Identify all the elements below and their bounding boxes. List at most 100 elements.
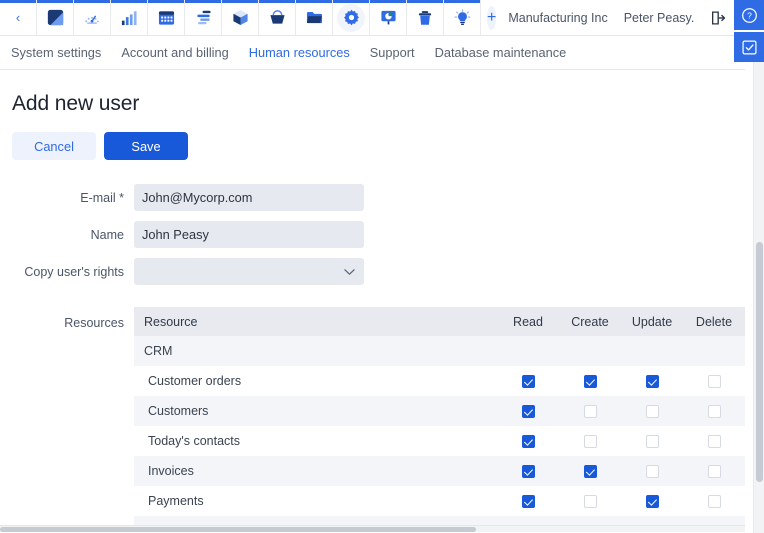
vertical-scrollbar-thumb[interactable]	[756, 242, 763, 482]
table-header-row: Resource Read Create Update Delete	[134, 307, 745, 336]
checkbox-update[interactable]	[645, 375, 659, 389]
permission-cell-read[interactable]	[497, 426, 559, 456]
permission-cell-update[interactable]	[621, 426, 683, 456]
name-label: Name	[90, 227, 124, 242]
email-label: E-mail *	[80, 190, 124, 205]
checkbox-update[interactable]	[645, 435, 659, 449]
table-row[interactable]: Customers	[134, 396, 745, 426]
gear-icon	[337, 3, 365, 32]
name-row: Name	[0, 221, 745, 248]
checkbox-update[interactable]	[645, 405, 659, 419]
toolbar-item-calendar[interactable]	[148, 0, 185, 35]
task-list-icon	[189, 4, 217, 32]
checkbox-read[interactable]	[521, 375, 535, 389]
permission-cell-delete[interactable]	[683, 366, 745, 396]
tab-system-settings[interactable]: System settings	[11, 45, 101, 60]
permission-cell-delete[interactable]	[683, 396, 745, 426]
permission-cell-read[interactable]	[497, 456, 559, 486]
resources-table-body: CRM Customer orders Customers Today's conta…	[134, 336, 745, 532]
help-button[interactable]: ?	[734, 0, 764, 30]
add-button[interactable]: +	[487, 5, 497, 30]
back-button[interactable]: ‹	[0, 0, 37, 35]
toolbar-item-tasks[interactable]	[185, 0, 222, 35]
permission-cell-create[interactable]	[559, 396, 621, 426]
chevron-down-icon	[344, 263, 355, 281]
toolbar-account-area: Manufacturing Inc Peter Peasy.	[508, 0, 764, 35]
permission-cell-create[interactable]	[559, 366, 621, 396]
group-empty-cell	[683, 336, 745, 366]
permission-cell-update[interactable]	[621, 396, 683, 426]
permission-cell-delete[interactable]	[683, 486, 745, 516]
permission-cell-read[interactable]	[497, 396, 559, 426]
presentation-chart-icon	[374, 4, 402, 32]
tab-support[interactable]: Support	[370, 45, 415, 60]
horizontal-scrollbar[interactable]	[0, 525, 745, 532]
resources-block: Resources Resource Read Create Update De…	[0, 307, 745, 532]
toolbar-item-sales[interactable]	[259, 0, 296, 35]
checkbox-delete[interactable]	[707, 495, 721, 509]
user-name[interactable]: Peter Peasy.	[624, 11, 695, 25]
permission-cell-read[interactable]	[497, 366, 559, 396]
group-empty-cell	[497, 336, 559, 366]
group-empty-cell	[559, 336, 621, 366]
checkbox-square-icon-button[interactable]	[734, 32, 764, 62]
table-row[interactable]: Today's contacts	[134, 426, 745, 456]
checkbox-delete[interactable]	[707, 435, 721, 449]
checkbox-delete[interactable]	[707, 465, 721, 479]
checkbox-read[interactable]	[521, 435, 535, 449]
checkbox-delete[interactable]	[707, 375, 721, 389]
copy-rights-select[interactable]	[134, 258, 364, 285]
checkbox-update[interactable]	[645, 495, 659, 509]
permission-cell-update[interactable]	[621, 366, 683, 396]
permission-cell-create[interactable]	[559, 486, 621, 516]
toolbar-item-trash[interactable]	[407, 0, 444, 35]
svg-text:?: ?	[747, 10, 752, 20]
checkbox-update[interactable]	[645, 465, 659, 479]
checkbox-create[interactable]	[583, 405, 597, 419]
email-field[interactable]	[134, 184, 364, 211]
toolbar-item-analytics[interactable]	[370, 0, 407, 35]
permission-cell-create[interactable]	[559, 456, 621, 486]
table-row[interactable]: Invoices	[134, 456, 745, 486]
company-name[interactable]: Manufacturing Inc	[508, 11, 607, 25]
checkbox-read[interactable]	[521, 495, 535, 509]
checkbox-create[interactable]	[583, 495, 597, 509]
cancel-button[interactable]: Cancel	[12, 132, 96, 160]
checkbox-create[interactable]	[583, 375, 597, 389]
tab-database-maintenance[interactable]: Database maintenance	[435, 45, 567, 60]
tab-human-resources[interactable]: Human resources	[249, 45, 350, 60]
table-row[interactable]: Customer orders	[134, 366, 745, 396]
permission-cell-update[interactable]	[621, 486, 683, 516]
top-toolbar: ‹ + Manufacturing Inc Peter Peasy. ?	[0, 0, 764, 62]
resource-name: Today's contacts	[134, 426, 497, 456]
vertical-scrollbar[interactable]	[753, 36, 764, 533]
toolbar-item-gauge[interactable]	[74, 0, 111, 35]
horizontal-scrollbar-thumb[interactable]	[0, 527, 476, 532]
permission-cell-delete[interactable]	[683, 426, 745, 456]
main-content: Add new user Cancel Save E-mail * Name C…	[0, 70, 745, 532]
toolbar-item-documents[interactable]	[296, 0, 333, 35]
toolbar-item-dashboard[interactable]	[37, 0, 74, 35]
permission-cell-delete[interactable]	[683, 456, 745, 486]
email-row: E-mail *	[0, 184, 745, 211]
checkbox-read[interactable]	[521, 405, 535, 419]
save-button[interactable]: Save	[104, 132, 188, 160]
toolbar-item-ideas[interactable]	[444, 0, 481, 35]
permission-cell-update[interactable]	[621, 456, 683, 486]
toolbar-item-settings[interactable]	[333, 0, 370, 35]
group-empty-cell	[621, 336, 683, 366]
toolbar-item-products[interactable]	[222, 0, 259, 35]
checkbox-delete[interactable]	[707, 405, 721, 419]
logout-icon[interactable]	[710, 10, 726, 26]
permission-cell-read[interactable]	[497, 486, 559, 516]
dashboard-square-icon	[41, 4, 69, 32]
checkbox-create[interactable]	[583, 465, 597, 479]
checkbox-create[interactable]	[583, 435, 597, 449]
col-read: Read	[497, 307, 559, 336]
table-row[interactable]: Payments	[134, 486, 745, 516]
tab-account-and-billing[interactable]: Account and billing	[121, 45, 228, 60]
name-field[interactable]	[134, 221, 364, 248]
toolbar-item-reports[interactable]	[111, 0, 148, 35]
checkbox-read[interactable]	[521, 465, 535, 479]
permission-cell-create[interactable]	[559, 426, 621, 456]
